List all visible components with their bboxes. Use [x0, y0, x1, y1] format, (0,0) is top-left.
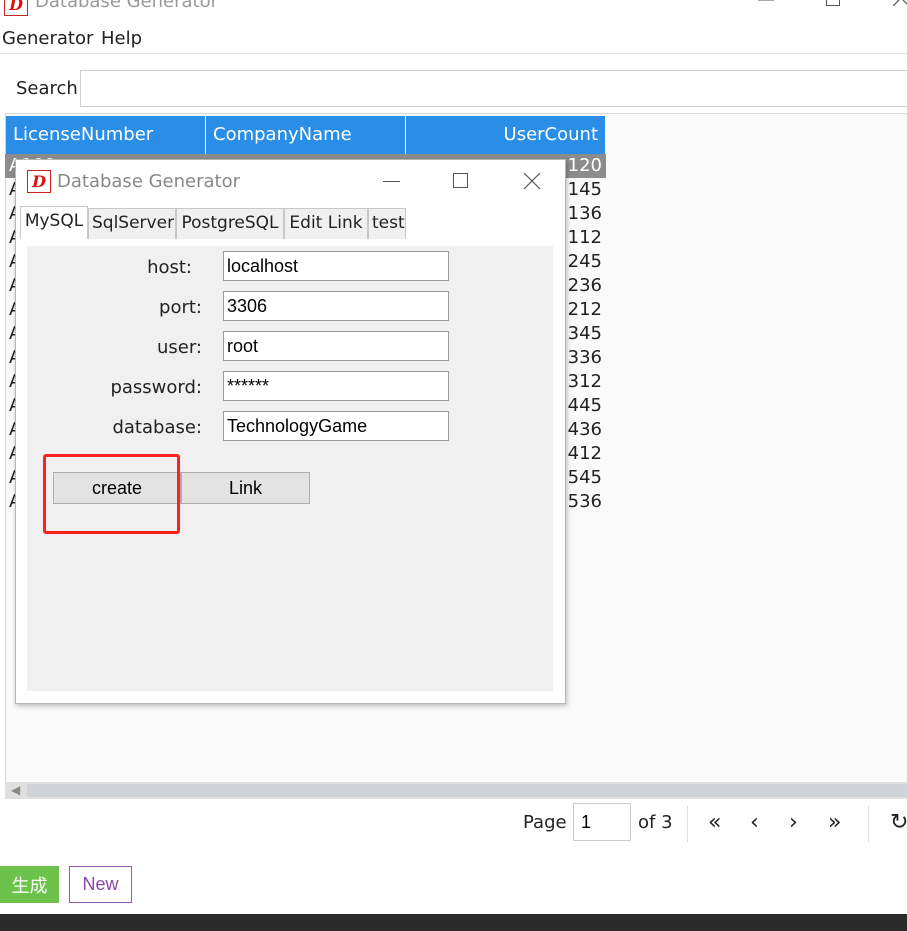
database-label: database:: [112, 417, 202, 438]
cell-usercount: 136: [567, 203, 602, 224]
password-field[interactable]: [223, 371, 449, 401]
highlight-annotation: [43, 454, 180, 534]
cell-usercount: 145: [567, 179, 602, 200]
new-button[interactable]: New: [69, 866, 132, 903]
column-header-company[interactable]: CompanyName: [206, 116, 406, 154]
dialog-close-icon[interactable]: [523, 172, 541, 190]
dialog-title: Database Generator: [57, 171, 241, 192]
page-number-input[interactable]: [573, 803, 631, 841]
menu-bar: Generator Help: [0, 28, 907, 52]
cell-usercount: 112: [567, 227, 602, 248]
cell-usercount: 336: [567, 347, 602, 368]
cell-usercount: 120: [567, 155, 602, 176]
app-logo-icon: D: [4, 0, 28, 16]
scrollbar-thumb[interactable]: [27, 784, 907, 797]
cell-usercount: 312: [567, 371, 602, 392]
menu-generator[interactable]: Generator: [2, 28, 93, 49]
taskbar: [0, 914, 907, 931]
first-page-icon[interactable]: «: [708, 810, 721, 835]
tab-edit-link[interactable]: Edit Link: [284, 208, 368, 239]
port-field[interactable]: [223, 291, 449, 321]
column-header-usercount[interactable]: UserCount: [406, 116, 606, 154]
cell-usercount: 445: [567, 395, 602, 416]
cell-usercount: 245: [567, 251, 602, 272]
database-field[interactable]: [223, 411, 449, 441]
horizontal-scrollbar[interactable]: ◀: [5, 782, 907, 799]
pagination-divider: [868, 806, 869, 842]
window-title: Database Generator: [35, 0, 219, 12]
tab-postgresql[interactable]: PostgreSQL: [176, 208, 284, 239]
database-dialog: D Database Generator MySQL SqlServer Pos…: [15, 159, 566, 704]
prev-page-icon[interactable]: ‹: [750, 810, 759, 835]
tab-test[interactable]: test: [368, 208, 406, 239]
user-label: user:: [156, 337, 202, 358]
generate-button[interactable]: 生成: [0, 866, 59, 903]
menu-divider: [0, 53, 907, 54]
scroll-left-icon[interactable]: ◀: [11, 782, 20, 799]
password-label: password:: [110, 377, 202, 398]
search-input[interactable]: [80, 70, 907, 107]
page-label: Page: [523, 812, 567, 833]
dialog-maximize-icon[interactable]: [453, 173, 468, 188]
cell-usercount: 212: [567, 299, 602, 320]
column-header-license[interactable]: LicenseNumber: [6, 116, 206, 154]
cell-usercount: 545: [567, 467, 602, 488]
main-title-bar: D Database Generator: [0, 0, 907, 20]
dialog-minimize-icon[interactable]: [383, 181, 400, 182]
port-label: port:: [159, 297, 202, 318]
close-icon[interactable]: [893, 0, 907, 6]
page-total-label: of 3: [638, 812, 673, 833]
link-button[interactable]: Link: [181, 472, 310, 504]
dialog-logo-icon: D: [27, 170, 51, 193]
cell-usercount: 436: [567, 419, 602, 440]
search-label: Search: [16, 78, 78, 99]
maximize-icon[interactable]: [826, 0, 840, 6]
next-page-icon[interactable]: ›: [789, 810, 798, 835]
pagination-divider: [687, 806, 688, 842]
menu-help[interactable]: Help: [101, 28, 142, 49]
minimize-icon[interactable]: [758, 0, 774, 4]
cell-usercount: 236: [567, 275, 602, 296]
refresh-icon[interactable]: ↻: [890, 810, 907, 835]
host-field[interactable]: [223, 251, 449, 281]
tab-mysql[interactable]: MySQL: [20, 206, 88, 239]
host-label: host:: [147, 257, 192, 278]
cell-usercount: 345: [567, 323, 602, 344]
tab-sqlserver[interactable]: SqlServer: [88, 208, 176, 239]
cell-usercount: 412: [567, 443, 602, 464]
user-field[interactable]: [223, 331, 449, 361]
cell-usercount: 536: [567, 491, 602, 512]
last-page-icon[interactable]: »: [828, 810, 841, 835]
